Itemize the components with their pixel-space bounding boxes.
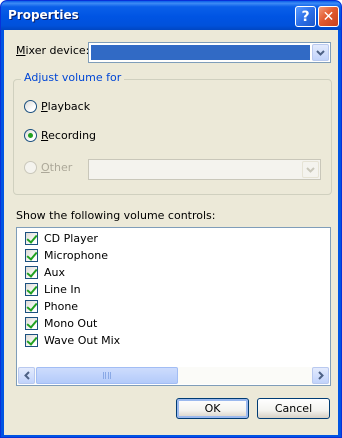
radio-other-circle[interactable] <box>24 161 37 174</box>
playback-mnemonic: P <box>41 100 48 113</box>
cancel-button[interactable]: Cancel <box>257 398 330 419</box>
list-item-label: Phone <box>44 300 79 313</box>
list-item[interactable]: Wave Out Mix <box>25 334 120 347</box>
list-item[interactable]: CD Player <box>25 232 98 245</box>
mixer-device-dropdown[interactable] <box>88 42 331 63</box>
help-icon: ? <box>301 8 310 25</box>
help-button[interactable]: ? <box>295 6 316 27</box>
grip-icon <box>103 372 111 379</box>
list-item[interactable]: Microphone <box>25 249 108 262</box>
list-item-label: CD Player <box>44 232 98 245</box>
mixer-mnemonic: M <box>16 44 26 57</box>
scroll-right-button[interactable] <box>312 367 329 384</box>
radio-other[interactable]: Other <box>24 161 72 174</box>
close-icon: ✕ <box>322 8 335 25</box>
window-title: Properties <box>8 8 79 22</box>
chevron-right-icon <box>317 371 324 380</box>
dialog-body: Mixer device: Adjust volume for Playback… <box>4 30 338 435</box>
radio-playback[interactable]: Playback <box>24 100 90 113</box>
adjust-volume-legend: Adjust volume for <box>21 71 125 84</box>
list-item[interactable]: Phone <box>25 300 78 313</box>
mixer-device-label: Mixer device: <box>16 44 89 57</box>
checkbox[interactable] <box>25 266 38 279</box>
radio-recording-circle[interactable] <box>24 129 37 142</box>
other-mnemonic: O <box>41 161 50 174</box>
scroll-thumb[interactable] <box>36 367 178 384</box>
ok-button[interactable]: OK <box>176 398 249 419</box>
playback-label-text: layback <box>47 100 91 113</box>
chevron-down-icon <box>306 166 315 173</box>
list-item-label: Wave Out Mix <box>44 334 121 347</box>
other-dropdown-button[interactable] <box>302 161 319 178</box>
list-item-label: Mono Out <box>44 317 98 330</box>
list-item[interactable]: Aux <box>25 266 65 279</box>
radio-other-label[interactable]: Other <box>41 161 72 174</box>
radio-playback-label[interactable]: Playback <box>41 100 90 113</box>
checkbox[interactable] <box>25 317 38 330</box>
horizontal-scrollbar[interactable] <box>18 367 329 384</box>
mixer-selected-value <box>91 45 310 60</box>
volume-controls-label: Show the following volume controls: <box>16 209 216 222</box>
checkbox[interactable] <box>25 300 38 313</box>
scroll-left-button[interactable] <box>18 367 35 384</box>
checkbox[interactable] <box>25 232 38 245</box>
other-label-text: ther <box>49 161 73 174</box>
properties-dialog: Properties ? ✕ Mixer device: Adjust volu… <box>0 0 342 438</box>
other-device-dropdown[interactable] <box>88 159 321 180</box>
title-bar[interactable]: Properties ? ✕ <box>1 1 341 30</box>
radio-recording-label[interactable]: Recording <box>41 129 96 142</box>
recording-label-text: ecording <box>48 129 97 142</box>
list-item-label: Microphone <box>44 249 109 262</box>
radio-recording[interactable]: Recording <box>24 129 96 142</box>
checkbox[interactable] <box>25 334 38 347</box>
list-item[interactable]: Line In <box>25 283 81 296</box>
list-item[interactable]: Mono Out <box>25 317 97 330</box>
list-item-label: Aux <box>44 266 66 279</box>
radio-playback-circle[interactable] <box>24 100 37 113</box>
chevron-left-icon <box>23 371 30 380</box>
close-button[interactable]: ✕ <box>318 6 339 27</box>
checkbox[interactable] <box>25 249 38 262</box>
chevron-down-icon <box>316 49 325 56</box>
volume-controls-list[interactable]: CD Player Microphone Aux Line In Phone M… <box>16 227 331 386</box>
mixer-label-text: ixer device: <box>25 44 90 57</box>
list-item-label: Line In <box>44 283 81 296</box>
mixer-dropdown-button[interactable] <box>312 44 329 61</box>
checkbox[interactable] <box>25 283 38 296</box>
